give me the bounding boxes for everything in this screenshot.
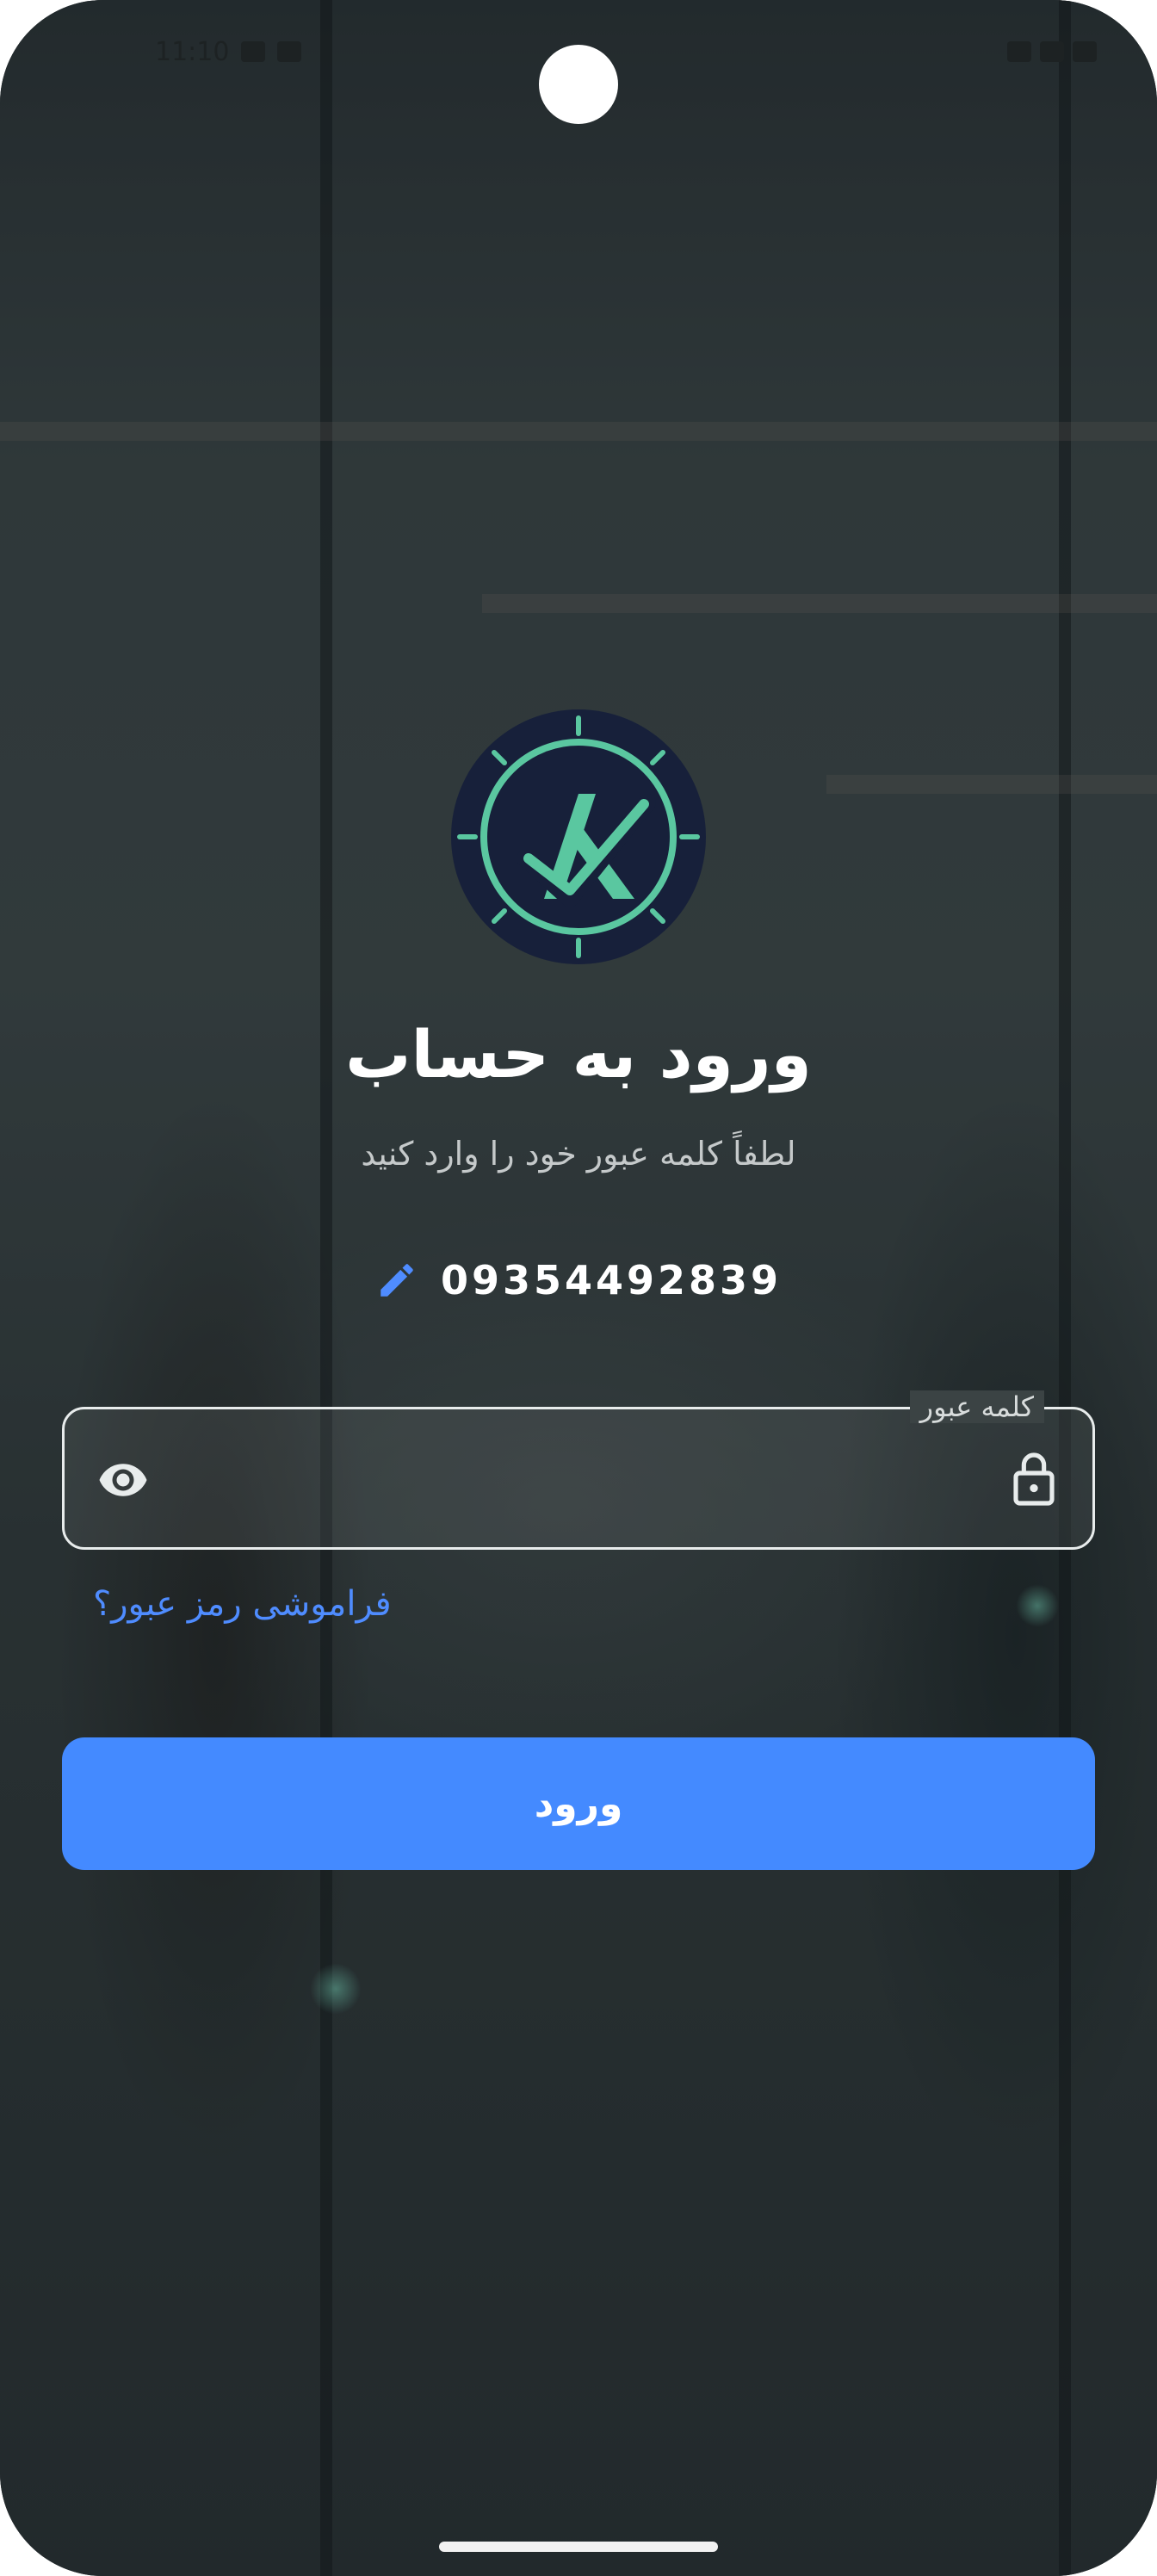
phone-number: 09354492839 [440,1257,783,1303]
lock-icon [1013,1452,1055,1506]
eye-icon[interactable] [94,1454,152,1506]
status-bar: 11:10 [155,33,1097,71]
page-title: ورود به حساب [345,1016,812,1093]
notification-icon [277,41,302,62]
password-input[interactable] [168,1444,989,1513]
password-label: کلمه عبور [909,1390,1044,1423]
page-subtitle: لطفاً کلمه عبور خود را وارد کنید [361,1135,796,1173]
pencil-icon[interactable] [375,1259,418,1302]
forgot-password-link[interactable]: فراموشی رمز عبور؟ [93,1584,392,1624]
battery-icon [1073,41,1097,62]
notification-icon [241,41,266,62]
home-indicator[interactable] [439,2542,718,2552]
camera-cutout [539,45,618,124]
phone-row: 09354492839 [0,1257,1157,1303]
signal-icon [1040,41,1064,62]
status-time: 11:10 [155,36,230,67]
device-screen: 11:10 ورود به حساب لطفاً کلمه عبور خود ر… [0,0,1157,2576]
app-logo [451,709,706,964]
password-field[interactable]: کلمه عبور [62,1390,1095,1550]
login-button[interactable]: ورود [62,1737,1095,1870]
wifi-icon [1007,41,1031,62]
